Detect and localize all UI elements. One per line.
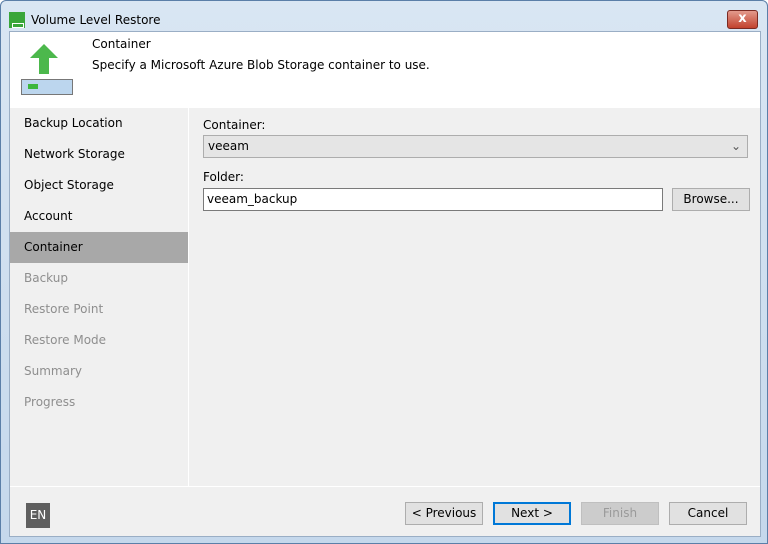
browse-button[interactable]: Browse... [672,188,750,211]
chevron-down-icon: ⌄ [730,139,741,153]
cancel-button[interactable]: Cancel [669,502,747,525]
step-backup: Backup [24,271,68,285]
step-object-storage[interactable]: Object Storage [10,170,188,201]
folder-label: Folder: [203,170,244,184]
step-restore-point: Restore Point [24,302,104,316]
step-network-storage[interactable]: Network Storage [10,139,188,170]
window-title: Volume Level Restore [31,13,161,27]
wizard-footer: EN < Previous Next > Finish Cancel [10,486,760,536]
previous-button[interactable]: < Previous [405,502,483,525]
title-bar: Volume Level Restore [9,9,160,31]
disk-icon [21,79,73,95]
step-title: Container [92,37,151,51]
step-restore-mode: Restore Mode [24,333,107,347]
step-summary: Summary [24,364,82,378]
restore-arrow-icon [30,44,58,74]
wizard-header: Container Specify a Microsoft Azure Blob… [10,32,760,108]
finish-button: Finish [581,502,659,525]
step-container[interactable]: Container [10,232,188,263]
app-icon [9,12,25,28]
window: Volume Level Restore x Container Specify… [0,0,768,544]
next-button[interactable]: Next > [493,502,571,525]
close-icon: x [738,11,747,26]
step-account[interactable]: Account [10,201,188,232]
step-content: Container: veeam ⌄ Folder: veeam_backup … [190,108,760,486]
container-label: Container: [203,118,266,132]
wizard-steps: Backup Location Network Storage Object S… [10,108,189,486]
language-indicator[interactable]: EN [26,503,50,528]
step-description: Specify a Microsoft Azure Blob Storage c… [92,58,430,72]
container-value: veeam [208,139,249,153]
step-backup-location[interactable]: Backup Location [10,108,188,139]
container-select[interactable]: veeam ⌄ [203,135,748,158]
step-progress: Progress [24,395,76,409]
folder-input[interactable]: veeam_backup [203,188,663,211]
wizard-body: Container Specify a Microsoft Azure Blob… [9,31,761,537]
close-button[interactable]: x [727,10,758,29]
